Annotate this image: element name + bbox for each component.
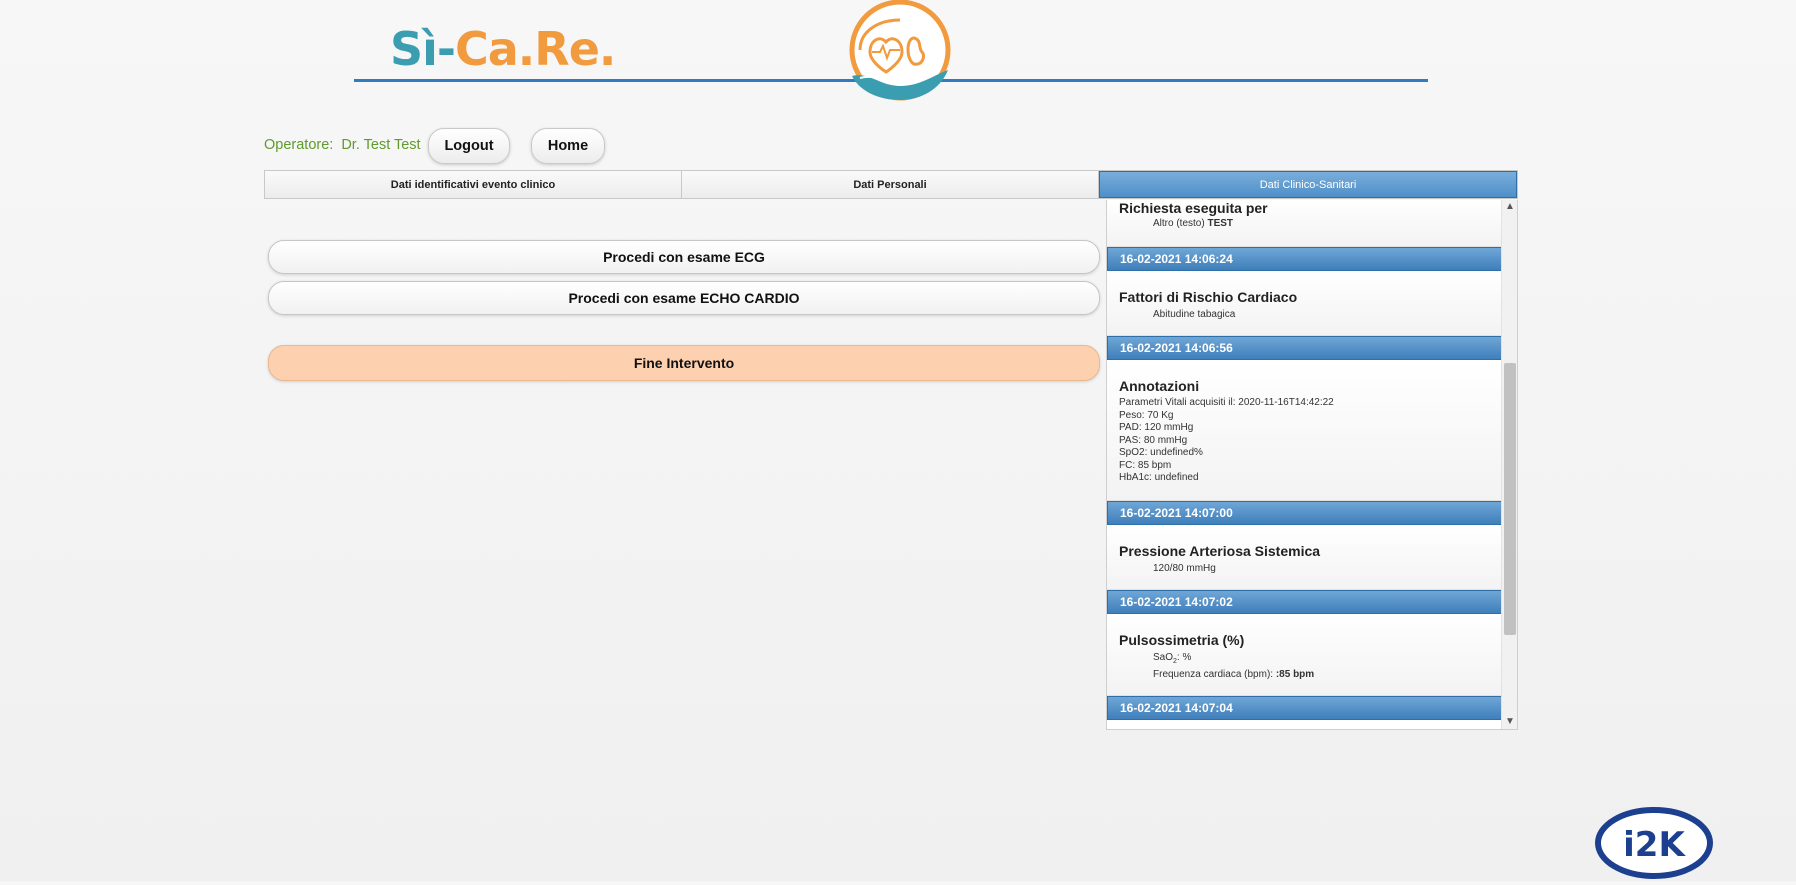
fc-line: Frequenza cardiaca (bpm): :85 bpm [1119, 669, 1491, 680]
timeline-entry: Pulsossimetria (%) SaO2: % Frequenza car… [1107, 614, 1503, 696]
procedi-echo-cardio-button[interactable]: Procedi con esame ECHO CARDIO [268, 281, 1100, 315]
entry-sub: Abitudine tabagica [1153, 309, 1236, 320]
timeline-timestamp: 16-02-2021 14:06:56 [1107, 336, 1503, 360]
entry-sub: 120/80 mmHg [1153, 563, 1216, 574]
timeline-entry: Annotazioni Parametri Vitali acquisiti i… [1107, 360, 1503, 501]
heart-kidney-hand-logo-icon [840, 0, 964, 117]
fc-value: :85 bpm [1275, 669, 1315, 680]
sao2-value: : % [1176, 652, 1192, 663]
annotation-line: FC: 85 bpm [1119, 459, 1172, 471]
entry-sub: Altro (testo) TEST [1119, 218, 1491, 229]
entry-sub-prefix: Altro (testo) [1153, 218, 1205, 229]
scroll-down-icon[interactable]: ▼ [1502, 715, 1517, 729]
entry-sub-value: TEST [1207, 218, 1234, 229]
timeline-timestamp: 16-02-2021 14:07:00 [1107, 501, 1503, 525]
timeline-timestamp: 16-02-2021 14:06:24 [1107, 247, 1503, 271]
annotation-line: HbA1c: undefined [1119, 472, 1199, 483]
tab-dati-identificativi[interactable]: Dati identificativi evento clinico [265, 171, 682, 198]
logo-care: Ca.Re. [455, 22, 616, 76]
fine-intervento-button[interactable]: Fine Intervento [268, 345, 1100, 381]
clinical-timeline-panel[interactable]: Richiesta eseguita per Altro (testo) TES… [1106, 200, 1518, 730]
sicare-logo: Sì-Ca.Re. [390, 22, 616, 76]
i2k-logo-text: i2K [1623, 825, 1686, 865]
entry-title: Fattori di Rischio Cardiaco [1119, 289, 1298, 305]
timeline-timestamp: 16-02-2021 14:07:04 [1107, 696, 1503, 720]
timeline-entry: Fattori di Rischio Cardiaco Abitudine ta… [1107, 271, 1503, 336]
entry-title: Pulsossimetria (%) [1119, 632, 1245, 648]
timeline-timestamp: 16-02-2021 14:07:02 [1107, 590, 1503, 614]
annotation-lines: Parametri Vitali acquisiti il: 2020-11-1… [1119, 397, 1491, 485]
tab-bar: Dati identificativi evento clinico Dati … [264, 170, 1518, 199]
operator-name: Dr. Test Test [341, 137, 421, 153]
logo-si: Sì- [390, 22, 456, 76]
sao2-label: SaO [1153, 652, 1174, 663]
annotation-line: PAD: 120 mmHg [1119, 422, 1194, 433]
operator-label: Operatore: [264, 137, 334, 153]
home-button[interactable]: Home [531, 128, 605, 164]
entry-title: Annotazioni [1119, 378, 1200, 394]
annotation-line: Parametri Vitali acquisiti il: 2020-11-1… [1119, 397, 1334, 408]
annotation-line: Peso: 70 Kg [1119, 409, 1174, 421]
entry-title: Pressione Arteriosa Sistemica [1119, 543, 1321, 559]
fc-label: Frequenza cardiaca (bpm): [1153, 669, 1274, 680]
timeline-content: Richiesta eseguita per Altro (testo) TES… [1107, 200, 1503, 720]
logout-button[interactable]: Logout [428, 128, 510, 164]
procedi-ecg-button[interactable]: Procedi con esame ECG [268, 240, 1100, 274]
timeline-entry: Pressione Arteriosa Sistemica 120/80 mmH… [1107, 525, 1503, 590]
timeline-scrollbar[interactable]: ▲ ▼ [1501, 200, 1517, 729]
i2k-logo: i2K [1594, 806, 1714, 885]
timeline-entry: Richiesta eseguita per Altro (testo) TES… [1107, 200, 1503, 247]
entry-title: Richiesta eseguita per [1119, 200, 1268, 216]
operator-info: Operatore: Dr. Test Test [264, 137, 421, 153]
tab-dati-clinico-sanitari[interactable]: Dati Clinico-Sanitari [1099, 171, 1517, 198]
sao2-line: SaO2: % [1119, 652, 1491, 665]
scroll-thumb[interactable] [1504, 363, 1516, 635]
annotation-line: SpO2: undefined% [1119, 447, 1203, 458]
annotation-line: PAS: 80 mmHg [1119, 434, 1188, 446]
scroll-up-icon[interactable]: ▲ [1502, 200, 1517, 214]
tab-dati-personali[interactable]: Dati Personali [682, 171, 1099, 198]
